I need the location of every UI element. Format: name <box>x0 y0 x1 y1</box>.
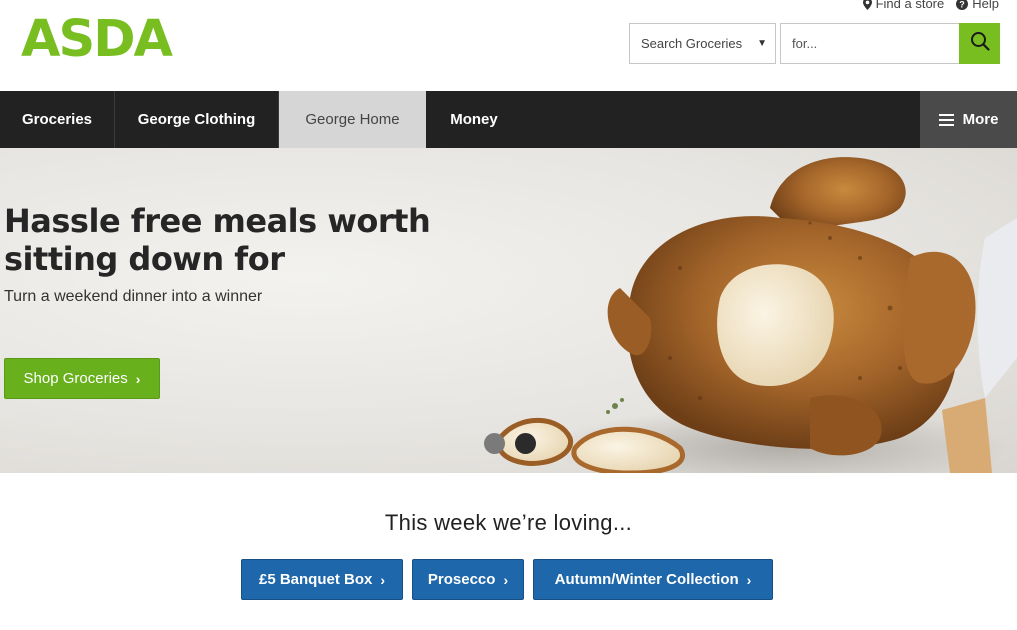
loving-tags: £5 Banquet Box › Prosecco › Autumn/Winte… <box>241 559 773 600</box>
search-icon <box>970 31 990 56</box>
carousel-dots <box>484 433 536 454</box>
nav-item-money[interactable]: Money <box>426 91 522 148</box>
carousel-dot-1[interactable] <box>484 433 505 454</box>
find-store-label: Find a store <box>875 0 945 11</box>
help-icon: ? <box>956 0 969 10</box>
utility-links: Find a store ? Help <box>862 0 999 11</box>
roast-chicken-image <box>496 157 1017 473</box>
nav-more-button[interactable]: More <box>920 91 1017 148</box>
tag-label: £5 Banquet Box <box>258 571 373 588</box>
tag-prosecco[interactable]: Prosecco › <box>412 559 524 600</box>
chevron-right-icon: › <box>746 571 752 588</box>
find-store-link[interactable]: Find a store <box>862 0 945 11</box>
site-header: ASDA Find a store ? Help Search Grocerie… <box>0 0 1017 91</box>
hero-banner: Hassle free meals worth sitting down for… <box>0 148 1017 473</box>
nav-item-george-clothing[interactable]: George Clothing <box>115 91 279 148</box>
tag-label: Prosecco <box>427 571 496 588</box>
nav-item-groceries[interactable]: Groceries <box>0 91 115 148</box>
search-button[interactable] <box>959 23 1000 64</box>
search-category-value: Search Groceries <box>641 36 743 51</box>
help-label: Help <box>972 0 999 11</box>
shop-groceries-label: Shop Groceries <box>23 370 128 387</box>
hero-title: Hassle free meals worth sitting down for <box>4 202 431 278</box>
carousel-dot-2[interactable] <box>515 433 536 454</box>
location-pin-icon <box>862 0 872 10</box>
tag-label: Autumn/Winter Collection <box>554 571 739 588</box>
svg-text:?: ? <box>960 0 966 9</box>
loving-heading: This week we’re loving... <box>384 510 633 535</box>
shop-groceries-button[interactable]: Shop Groceries › <box>4 358 160 399</box>
help-link[interactable]: ? Help <box>956 0 999 11</box>
tag-banquet-box[interactable]: £5 Banquet Box › <box>241 559 403 600</box>
tag-autumn-winter-collection[interactable]: Autumn/Winter Collection › <box>533 559 773 600</box>
dropdown-arrow-icon: ▼ <box>757 38 767 49</box>
chevron-right-icon: › <box>503 571 509 588</box>
hamburger-menu-icon <box>938 113 954 126</box>
hero-subtitle: Turn a weekend dinner into a winner <box>4 288 263 305</box>
chevron-right-icon: › <box>135 370 141 387</box>
search-category-select[interactable]: Search Groceries ▼ <box>629 23 776 64</box>
chevron-right-icon: › <box>380 571 386 588</box>
main-nav: Groceries George Clothing George Home Mo… <box>0 91 1017 148</box>
search-input[interactable] <box>780 23 960 64</box>
asda-logo[interactable]: ASDA <box>21 12 173 68</box>
nav-item-george-home[interactable]: George Home <box>279 91 426 148</box>
nav-more-label: More <box>962 111 999 128</box>
